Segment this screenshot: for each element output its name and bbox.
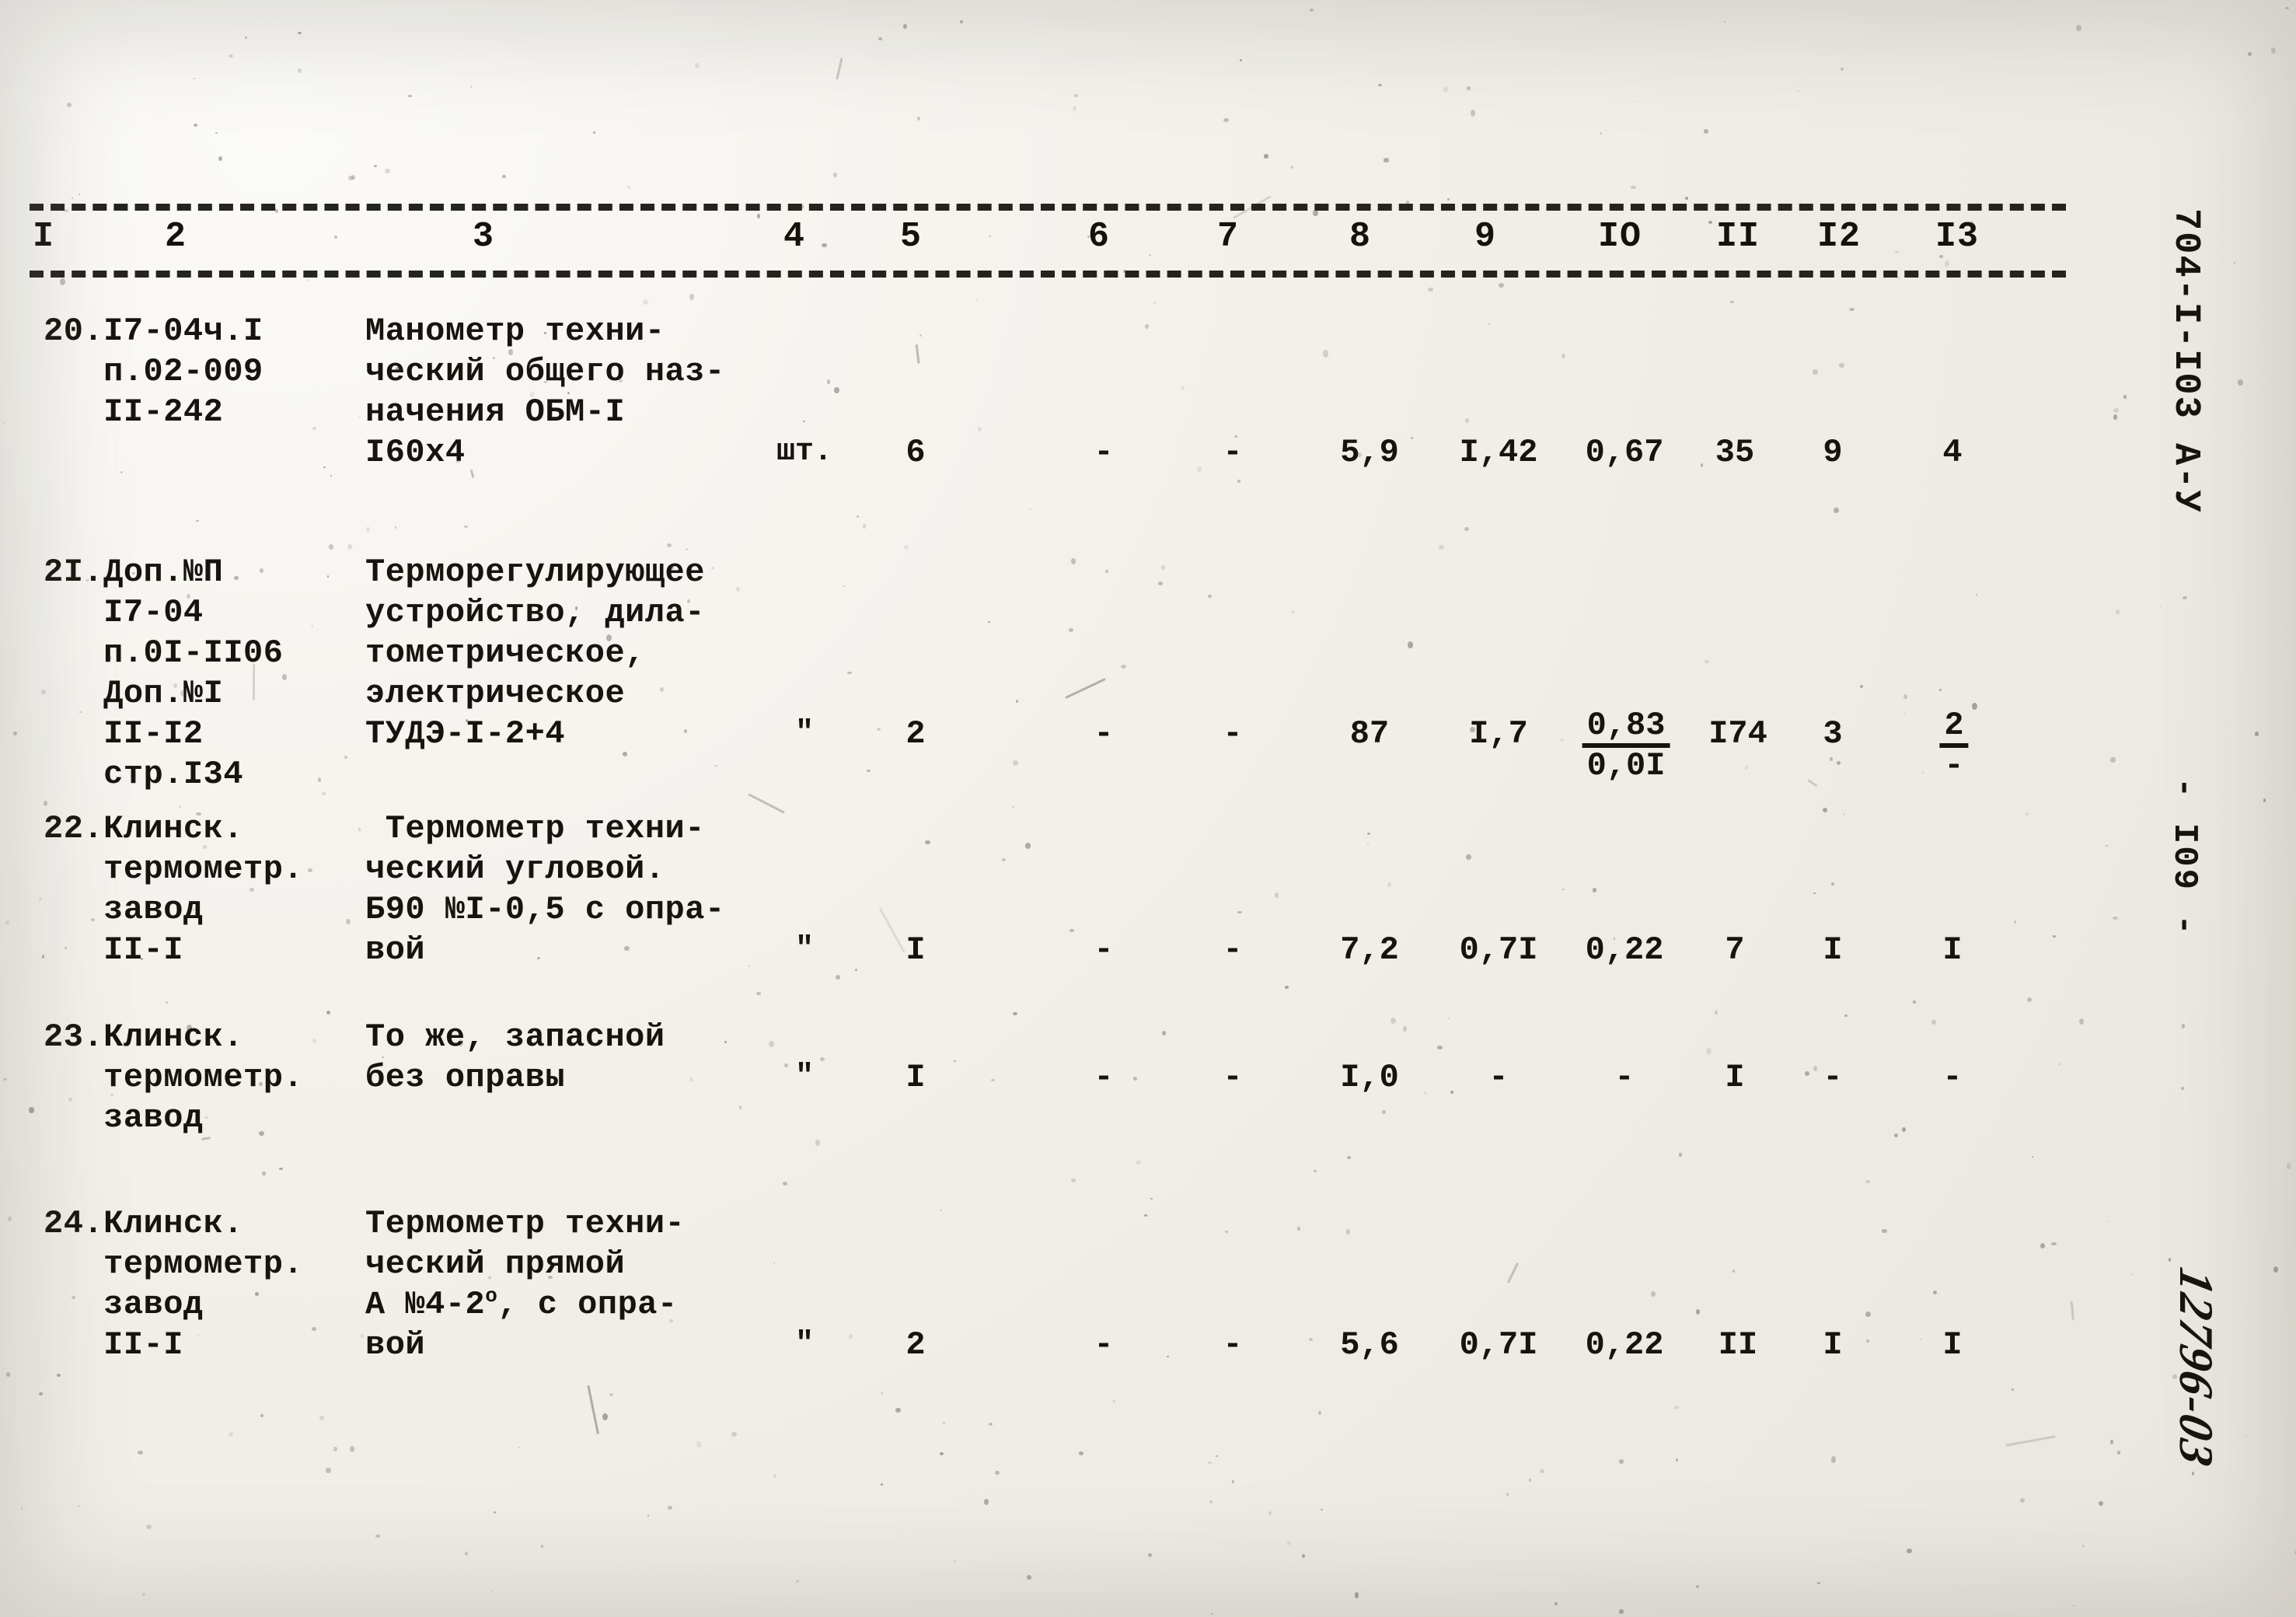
row-col5: 2	[905, 1326, 926, 1364]
row-col5: 2	[905, 715, 926, 753]
row-col13: -	[1942, 1059, 1963, 1096]
row-code: 24.Клинск. термометр. завод II-I	[44, 1205, 304, 1364]
column-header-7: 7	[1217, 217, 1240, 257]
row-unit: шт.	[776, 435, 833, 470]
row-unit: "	[794, 1327, 815, 1362]
row-col10-denominator: 0,0I	[1586, 747, 1666, 784]
column-header-6: 6	[1088, 217, 1111, 257]
archive-number-margin: 12796-03	[2169, 1263, 2222, 1472]
row-unit: "	[794, 716, 815, 751]
row-description: Манометр техни- ческий общего наз- начен…	[365, 313, 725, 471]
row-unit: "	[794, 1060, 815, 1095]
column-header-2: 2	[165, 217, 187, 257]
column-header-13: I3	[1935, 217, 1980, 257]
row-col11: 7	[1725, 931, 1745, 969]
row-col5: 6	[905, 434, 926, 471]
row-col8: 7,2	[1340, 931, 1399, 969]
row-col10: -	[1614, 1059, 1635, 1096]
row-col8: 5,6	[1340, 1326, 1399, 1364]
column-header-10: IO	[1598, 217, 1642, 257]
row-col7: -	[1223, 715, 1243, 753]
row-col7: -	[1223, 1059, 1243, 1096]
column-header-12: I2	[1817, 217, 1862, 257]
row-col11: I	[1725, 1059, 1745, 1096]
row-col6: -	[1094, 1326, 1114, 1364]
row-description: Термометр техни- ческий прямой А №4-2о, …	[365, 1203, 685, 1365]
row-description: Терморегулирующее устройство, дила- томе…	[365, 554, 705, 753]
row-code: 2I.Доп.№П I7-04 п.0I-II06 Доп.№I II-I2 с…	[44, 554, 284, 793]
row-col12: I	[1823, 1326, 1843, 1364]
row-col5: I	[905, 1059, 926, 1096]
row-description: Термометр техни- ческий угловой. Б90 №I-…	[365, 810, 725, 969]
row-col10-numerator: 0,83	[1582, 707, 1670, 748]
row-col11: 35	[1715, 434, 1755, 471]
row-col8: 5,9	[1340, 434, 1399, 471]
row-col13: I	[1942, 1326, 1963, 1364]
row-col12: 9	[1823, 434, 1843, 471]
row-code: 20.I7-04ч.I п.02-009 II-242	[44, 313, 263, 431]
specification-table-sheet: I 2 3 4 5 6 7 8 9 IO II I2 I3 20.I7-04ч.…	[0, 0, 2296, 1617]
row-col6: -	[1094, 715, 1114, 753]
row-description: То же, запасной без оправы	[365, 1018, 665, 1096]
table-top-dashed-rule	[30, 204, 2066, 211]
row-col13: I	[1942, 931, 1963, 969]
row-col9: 0,7I	[1459, 1326, 1538, 1364]
row-description-line4: вой	[365, 1326, 426, 1364]
row-col7: -	[1223, 434, 1243, 471]
row-code: 22.Клинск. термометр. завод II-I	[44, 810, 304, 969]
row-col11: I74	[1708, 715, 1767, 753]
row-description-line1: Термометр техни-	[365, 1205, 686, 1242]
row-col11: II	[1718, 1326, 1758, 1364]
row-col13-numerator: 2	[1939, 707, 1969, 748]
column-header-8: 8	[1349, 217, 1372, 257]
row-col9: I,7	[1469, 715, 1528, 753]
column-header-11: II	[1716, 217, 1760, 257]
row-col12: I	[1823, 931, 1843, 969]
row-col13-fraction: 2-	[1939, 707, 1969, 786]
column-header-3: 3	[473, 217, 495, 257]
row-col10: 0,22	[1585, 931, 1664, 969]
row-code: 23.Клинск. термометр. завод	[44, 1018, 304, 1137]
row-col8: 87	[1349, 715, 1390, 753]
row-col9: I,42	[1459, 434, 1538, 471]
row-col10: 0,67	[1585, 434, 1664, 471]
row-col5: I	[905, 931, 926, 969]
column-header-4: 4	[783, 217, 806, 257]
row-col9: -	[1488, 1059, 1509, 1096]
table-header-bottom-dashed-rule	[30, 271, 2066, 278]
row-col9: 0,7I	[1459, 931, 1538, 969]
row-col10: 0,22	[1585, 1326, 1664, 1364]
row-col6: -	[1094, 1059, 1114, 1096]
row-col6: -	[1094, 931, 1114, 969]
row-col7: -	[1223, 931, 1243, 969]
row-description-line2: ческий прямой	[365, 1245, 626, 1283]
column-header-9: 9	[1474, 217, 1497, 257]
document-code-margin: 704-I-I03 А-У	[2165, 208, 2206, 514]
row-col8: I,0	[1340, 1059, 1399, 1096]
row-col10-fraction: 0,83 0,0I	[1582, 707, 1670, 786]
column-header-1: I	[33, 217, 55, 257]
row-description-line3: А №4-2о, с опра-	[365, 1284, 678, 1323]
row-col6: -	[1094, 434, 1114, 471]
row-col13-denominator: -	[1944, 747, 1964, 784]
degree-symbol: о	[485, 1284, 498, 1308]
row-unit: "	[794, 932, 815, 967]
row-col7: -	[1223, 1326, 1243, 1364]
row-col13: 4	[1942, 434, 1963, 471]
page-number-margin: - I09 -	[2165, 777, 2204, 938]
row-col12: -	[1823, 1059, 1843, 1096]
column-header-5: 5	[900, 217, 923, 257]
row-col12: 3	[1823, 715, 1843, 753]
